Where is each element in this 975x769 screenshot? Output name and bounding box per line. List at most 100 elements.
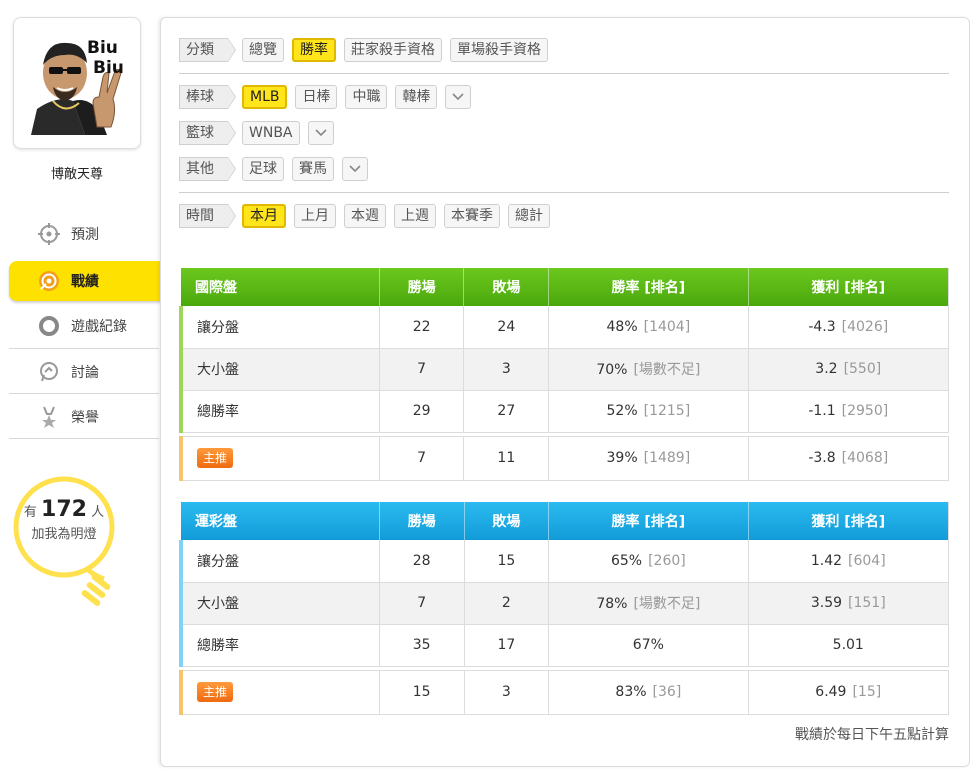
- row-name: 讓分盤: [178, 306, 380, 349]
- profit-rank: [4026]: [841, 318, 889, 335]
- calc-note: 戰績於每日下午五點計算: [795, 727, 949, 743]
- col-header-loss: 敗場: [464, 502, 550, 540]
- profit: 5.01: [748, 624, 950, 667]
- row-name: 總勝率: [178, 624, 380, 667]
- nav-item-predict[interactable]: 預測: [9, 211, 159, 256]
- chip-last-month[interactable]: 上月: [294, 204, 336, 228]
- chip-this-season[interactable]: 本賽季: [444, 204, 500, 228]
- medal-icon: [37, 405, 61, 429]
- avatar-illustration: Biu Biu: [27, 31, 129, 135]
- chip-soccer[interactable]: 足球: [242, 157, 284, 181]
- nav-label-game-log: 遊戲紀錄: [71, 318, 127, 335]
- profit-rank: [604]: [848, 552, 886, 569]
- profit-rank: [2950]: [841, 403, 889, 419]
- nav-item-honor[interactable]: 榮譽: [9, 394, 159, 439]
- profit: 3.2 [550]: [748, 348, 950, 391]
- profit: -4.3 [4026]: [748, 306, 950, 349]
- chevron-down-icon: [349, 165, 361, 173]
- fans-suffix: 人: [91, 505, 105, 520]
- baseball-dropdown[interactable]: [445, 85, 472, 109]
- table-row: 大小盤 7 2 78% [場數不足] 3.59 [151]: [178, 582, 950, 625]
- chip-npb[interactable]: 日棒: [295, 85, 338, 109]
- main-panel: 分類 總覽 勝率 莊家殺手資格 單場殺手資格 棒球 MLB 日棒 中職 韓棒 籃…: [160, 17, 970, 767]
- chat-icon: [37, 360, 61, 384]
- rate-value: 48%: [606, 318, 638, 335]
- avatar[interactable]: Biu Biu: [27, 31, 129, 135]
- col-header-loss: 敗場: [463, 268, 550, 306]
- filter-row-other: 其他 足球 賽馬: [179, 157, 368, 181]
- filter-label-other: 其他: [179, 157, 236, 181]
- loss-count: 3: [464, 669, 550, 715]
- main-pick-badge[interactable]: 主推: [197, 448, 234, 468]
- chip-mlb[interactable]: MLB: [242, 85, 288, 109]
- rate-rank: [260]: [648, 552, 686, 569]
- profit-value: 3.59: [810, 595, 843, 611]
- chip-single-killer[interactable]: 單場殺手資格: [450, 38, 548, 62]
- filter-divider: [179, 73, 949, 74]
- row-name: 總勝率: [178, 390, 380, 433]
- nav-label-record: 戰績: [71, 274, 99, 290]
- profit-rank: [15]: [852, 684, 882, 700]
- chip-banker-killer[interactable]: 莊家殺手資格: [344, 38, 442, 62]
- other-dropdown[interactable]: [342, 157, 368, 181]
- main-pick-badge[interactable]: 主推: [197, 682, 234, 702]
- profit-value: -3.8: [808, 450, 836, 466]
- win-rate: 39% [1489]: [548, 435, 749, 481]
- loss-count: 11: [463, 435, 550, 481]
- fans-prefix: 有: [23, 505, 37, 520]
- profit-value: 3.2: [815, 361, 838, 377]
- col-header-rate: 勝率 [排名]: [548, 268, 749, 306]
- filter-divider: [179, 192, 949, 193]
- chip-cpbl[interactable]: 中職: [345, 85, 388, 109]
- profit-rank: [4068]: [841, 450, 889, 466]
- fans-line2: 加我為明燈: [31, 527, 97, 542]
- win-count: 29: [379, 390, 465, 433]
- win-rate: 67%: [548, 624, 749, 667]
- table-row: 總勝率 35 17 67% 5.01: [178, 624, 950, 667]
- chip-overview[interactable]: 總覽: [242, 38, 284, 62]
- international-table: 國際盤 勝場 敗場 勝率 [排名] 獲利 [排名] 讓分盤 22 24 48% […: [178, 268, 950, 481]
- username[interactable]: 博敵天尊: [13, 163, 141, 182]
- nav-label-honor: 榮譽: [71, 409, 99, 426]
- profit-value: -4.3: [808, 318, 836, 335]
- rate-rank: [1489]: [643, 450, 691, 466]
- win-rate: 48% [1404]: [548, 306, 749, 349]
- chip-total[interactable]: 總計: [508, 204, 550, 228]
- chip-kbo[interactable]: 韓棒: [395, 85, 438, 109]
- basketball-dropdown[interactable]: [307, 121, 334, 145]
- profit-rank: [151]: [848, 595, 886, 611]
- nav-label-discuss: 討論: [71, 364, 99, 381]
- profit: 6.49 [15]: [748, 669, 950, 715]
- chip-this-month[interactable]: 本月: [242, 204, 286, 228]
- avatar-card: Biu Biu: [13, 17, 141, 149]
- win-count: 35: [379, 624, 465, 667]
- col-header-profit: 獲利 [排名]: [748, 268, 950, 306]
- table-row: 讓分盤 22 24 48% [1404] -4.3 [4026]: [178, 306, 950, 349]
- win-count: 7: [379, 348, 465, 391]
- loss-count: 2: [464, 582, 550, 625]
- chip-this-week[interactable]: 本週: [344, 204, 386, 228]
- filter-row-time: 時間 本月 上月 本週 上週 本賽季 總計: [179, 204, 550, 228]
- win-rate: 83% [36]: [548, 669, 749, 715]
- chip-wnba[interactable]: WNBA: [242, 121, 300, 145]
- nav-label-predict: 預測: [71, 226, 99, 243]
- rate-value: 52%: [606, 403, 638, 419]
- row-name: 讓分盤: [178, 540, 380, 583]
- nav-item-game-log[interactable]: 遊戲紀錄: [9, 303, 159, 348]
- chip-last-week[interactable]: 上週: [394, 204, 436, 228]
- rate-value: 39%: [606, 450, 638, 466]
- fans-bulb[interactable]: 有 172 人 加我為明燈: [12, 475, 122, 615]
- col-header-win: 勝場: [379, 268, 465, 306]
- win-count: 7: [379, 435, 465, 481]
- profit: -3.8 [4068]: [748, 435, 950, 481]
- chip-winrate[interactable]: 勝率: [292, 38, 336, 62]
- rate-rank: [36]: [652, 684, 682, 700]
- target-icon: [37, 269, 61, 293]
- col-header-rate: 勝率 [排名]: [548, 502, 749, 540]
- chip-horse-racing[interactable]: 賽馬: [292, 157, 334, 181]
- filter-label-basketball: 籃球: [179, 121, 236, 145]
- main-pick-cell: 主推: [178, 435, 380, 481]
- profit: 3.59 [151]: [748, 582, 950, 625]
- nav-item-record[interactable]: 戰績: [9, 261, 177, 301]
- nav-item-discuss[interactable]: 討論: [9, 349, 159, 394]
